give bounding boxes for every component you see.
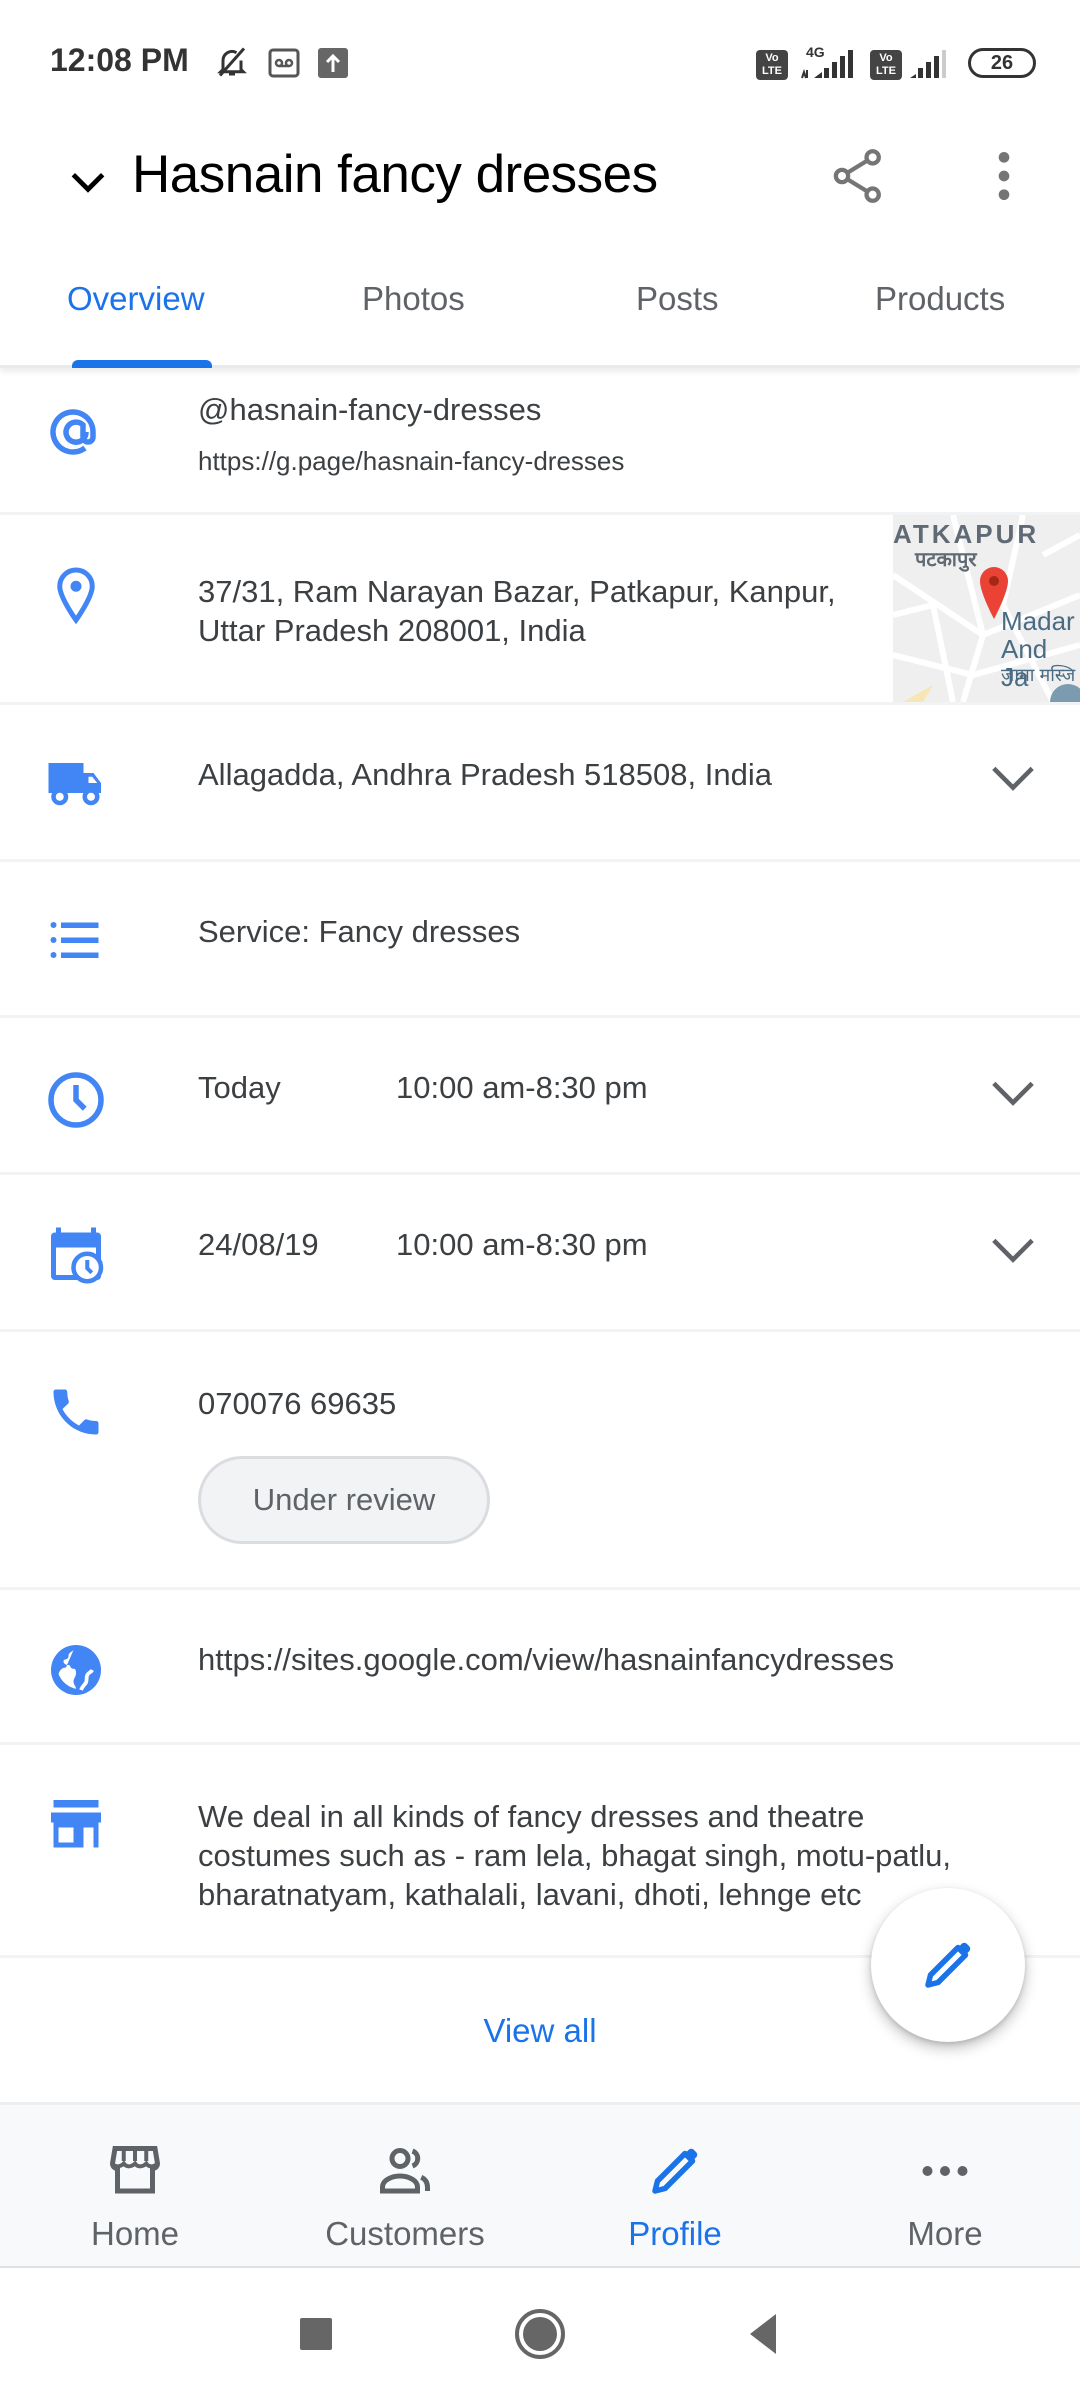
nav-more-label: More bbox=[907, 2215, 983, 2252]
signal-icon-2 bbox=[910, 50, 946, 78]
special-hours-date: 24/08/19 bbox=[198, 1227, 319, 1262]
storefront-icon bbox=[51, 1800, 101, 1848]
volte-badge-2: Vo LTE bbox=[870, 50, 902, 80]
bottom-navigation: Home Customers Profile More bbox=[0, 2102, 1080, 2268]
chevron-down-icon[interactable] bbox=[990, 1078, 1036, 1108]
address-line-2: Uttar Pradesh 208001, India bbox=[198, 613, 586, 648]
page-title: Hasnain fancy dresses bbox=[132, 145, 658, 204]
nav-profile-label: Profile bbox=[628, 2215, 722, 2252]
storefront-icon bbox=[109, 2146, 161, 2194]
nav-customers[interactable]: Customers bbox=[270, 2105, 540, 2271]
edit-pencil-icon bbox=[925, 1942, 971, 1988]
short-name-handle: @hasnain-fancy-dresses bbox=[198, 392, 542, 427]
volte-badge: Vo LTE bbox=[756, 50, 788, 80]
recents-button[interactable] bbox=[286, 2304, 346, 2364]
hours-time: 10:00 am-8:30 pm bbox=[396, 1070, 648, 1105]
services-text: Service: Fancy dresses bbox=[198, 914, 521, 949]
short-name-row[interactable]: @hasnain-fancy-dresses https://g.page/ha… bbox=[0, 368, 1080, 515]
voicemail-icon bbox=[268, 48, 300, 78]
location-pin-icon bbox=[57, 567, 95, 625]
map-label-area-hindi: पटकापुर bbox=[915, 549, 977, 571]
delivery-truck-icon bbox=[48, 763, 101, 806]
under-review-chip: Under review bbox=[198, 1456, 490, 1544]
tab-bar: Overview Photos Posts Products bbox=[0, 250, 1080, 368]
services-row[interactable]: Service: Fancy dresses bbox=[0, 862, 1080, 1018]
description-line-1: We deal in all kinds of fancy dresses an… bbox=[198, 1799, 865, 1834]
tab-posts[interactable]: Posts bbox=[636, 280, 719, 318]
share-icon[interactable] bbox=[826, 144, 890, 208]
edit-fab[interactable] bbox=[871, 1888, 1025, 2042]
people-icon bbox=[380, 2147, 430, 2194]
chevron-down-icon[interactable] bbox=[990, 763, 1036, 793]
description-line-2: costumes such as - ram lela, bhagat sing… bbox=[198, 1838, 951, 1873]
nav-customers-label: Customers bbox=[325, 2215, 485, 2252]
more-horiz-icon bbox=[922, 2166, 968, 2176]
more-vert-icon[interactable] bbox=[972, 144, 1036, 208]
map-thumbnail[interactable]: ATKAPUR पटकापुर Madar And Ja जामा मस्जि bbox=[893, 515, 1080, 702]
edit-pencil-icon bbox=[652, 2148, 698, 2194]
battery-indicator: 26 bbox=[968, 48, 1036, 78]
chevron-down-icon[interactable] bbox=[66, 160, 110, 204]
app-bar: Hasnain fancy dresses bbox=[0, 120, 1080, 250]
map-poi-line-1: Madar bbox=[1001, 606, 1075, 636]
website-row[interactable]: https://sites.google.com/view/hasnainfan… bbox=[0, 1590, 1080, 1745]
list-icon bbox=[50, 922, 99, 958]
system-navigation-bar bbox=[0, 2268, 1080, 2400]
at-sign-icon bbox=[50, 409, 96, 455]
signal-icon bbox=[801, 50, 853, 79]
description-line-3: bharatnatyam, kathalali, lavani, dhoti, … bbox=[198, 1877, 862, 1912]
chevron-down-icon[interactable] bbox=[990, 1235, 1036, 1265]
nav-home[interactable]: Home bbox=[0, 2105, 270, 2271]
nav-more[interactable]: More bbox=[810, 2105, 1080, 2271]
globe-icon bbox=[51, 1645, 101, 1695]
short-name-link[interactable]: https://g.page/hasnain-fancy-dresses bbox=[198, 446, 624, 477]
bell-off-icon bbox=[217, 47, 247, 77]
service-area-row[interactable]: Allagadda, Andhra Pradesh 518508, India bbox=[0, 705, 1080, 862]
clock-icon bbox=[48, 1072, 104, 1128]
tab-photos[interactable]: Photos bbox=[362, 280, 465, 318]
address-line-1: 37/31, Ram Narayan Bazar, Patkapur, Kanp… bbox=[198, 574, 836, 609]
map-poi-hindi: जामा मस्जि bbox=[1001, 665, 1076, 685]
special-hours-time: 10:00 am-8:30 pm bbox=[396, 1227, 648, 1262]
address-row[interactable]: 37/31, Ram Narayan Bazar, Patkapur, Kanp… bbox=[0, 515, 1080, 705]
tab-products[interactable]: Products bbox=[875, 280, 1005, 318]
phone-number[interactable]: 070076 69635 bbox=[198, 1384, 396, 1423]
special-hours-row[interactable]: 24/08/19 10:00 am-8:30 pm bbox=[0, 1175, 1080, 1332]
back-button[interactable] bbox=[734, 2304, 794, 2364]
upload-icon bbox=[318, 48, 348, 78]
hours-row[interactable]: Today 10:00 am-8:30 pm bbox=[0, 1018, 1080, 1175]
service-area-text: Allagadda, Andhra Pradesh 518508, India bbox=[198, 757, 772, 792]
phone-row[interactable]: 070076 69635 Under review bbox=[0, 1332, 1080, 1590]
hours-day: Today bbox=[198, 1070, 281, 1105]
active-tab-indicator bbox=[72, 360, 212, 368]
status-time: 12:08 PM bbox=[50, 42, 189, 78]
tab-overview[interactable]: Overview bbox=[67, 280, 205, 318]
status-bar: 12:08 PM Vo LTE 4G Vo LTE 26 bbox=[0, 0, 1080, 120]
calendar-clock-icon bbox=[51, 1227, 104, 1284]
nav-home-label: Home bbox=[90, 2215, 180, 2252]
nav-profile[interactable]: Profile bbox=[540, 2105, 810, 2271]
home-button[interactable] bbox=[510, 2304, 570, 2364]
website-url[interactable]: https://sites.google.com/view/hasnainfan… bbox=[198, 1640, 894, 1679]
phone-icon bbox=[53, 1389, 99, 1435]
